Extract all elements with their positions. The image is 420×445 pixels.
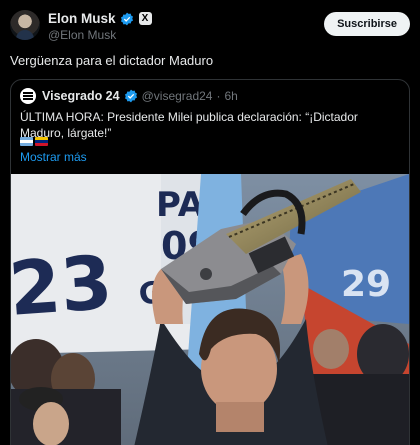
quoted-author-handle: @visegrad24 (141, 89, 213, 103)
quoted-tweet-text: ÚLTIMA HORA: Presidente Milei publica de… (20, 110, 358, 140)
tweet-text: Vergüenza para el dictador Maduro (10, 53, 214, 68)
meta-separator: · (216, 89, 221, 103)
banner-text-29: 29 (341, 264, 391, 305)
subscribe-button[interactable]: Suscribirse (324, 12, 410, 36)
venezuela-flag-icon (35, 137, 48, 146)
quoted-tweet-card[interactable]: Visegrado 24 @visegrad24 · 6h ÚLTIMA HOR… (10, 79, 410, 445)
show-more-link[interactable]: Mostrar más (20, 150, 87, 164)
tweet-header: Elon Musk X @Elon Musk Suscribirse (10, 10, 410, 42)
author-handle[interactable]: @Elon Musk (48, 28, 116, 42)
author-name[interactable]: Elon Musk (48, 11, 116, 26)
author-name-row: Elon Musk X (48, 11, 152, 26)
banner-text-pa: PA (156, 185, 205, 225)
quoted-author-name: Visegrado 24 (42, 89, 120, 103)
quoted-time: 6h (224, 89, 238, 103)
author-avatar[interactable] (10, 10, 40, 40)
quoted-tweet-header: Visegrado 24 @visegrad24 · 6h (20, 88, 238, 104)
quoted-author-avatar (20, 88, 36, 104)
x-affiliate-badge: X (138, 12, 152, 25)
photo-illustration: 23 PA 09 GANA 29 (11, 174, 409, 445)
argentina-flag-icon (20, 137, 33, 146)
quoted-verified-badge-icon (124, 89, 137, 103)
banner-text-23: 23 (11, 240, 115, 333)
flag-emojis (20, 137, 48, 146)
verified-badge-icon (120, 12, 133, 25)
quoted-tweet-photo[interactable]: 23 PA 09 GANA 29 (11, 174, 409, 445)
